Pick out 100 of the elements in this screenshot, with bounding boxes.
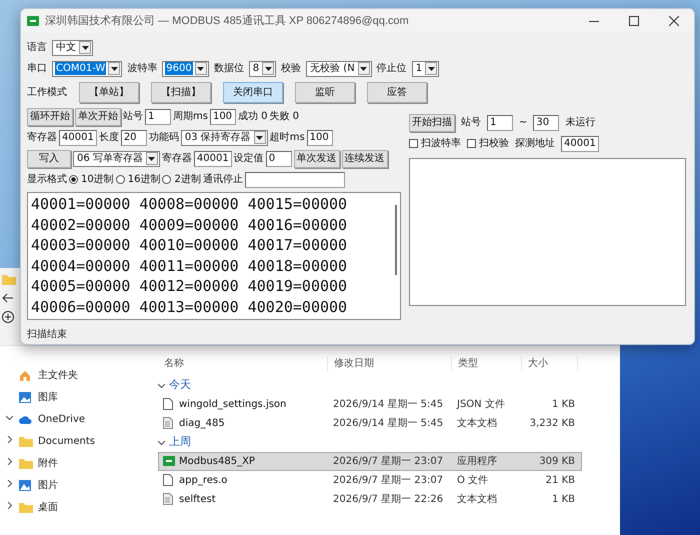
dropdown[interactable]: 无校验 (N [306, 60, 372, 76]
file-date: 2026/9/14 星期一 5:45 [332, 398, 444, 412]
nav-item[interactable]: 附件 [4, 452, 150, 474]
file-name: selftest [179, 493, 216, 507]
field-label: 设定值 [234, 152, 264, 166]
file-size: 309 KB [538, 455, 576, 469]
field-label: 寄存器 [162, 152, 192, 166]
group-header[interactable]: 上周 [158, 433, 620, 452]
dropdown-arrow-icon [82, 46, 88, 50]
dropdown-arrow-icon [264, 66, 272, 70]
checkbox[interactable]: 扫校验 [467, 136, 509, 151]
dropdown[interactable]: 03 保持寄存器 [180, 130, 268, 146]
nav-item[interactable]: 主文件夹 [4, 364, 150, 386]
back-arrow-icon [2, 293, 14, 303]
dropdown[interactable]: 9600 [162, 60, 209, 76]
dropdown[interactable]: COM01-W [52, 60, 122, 76]
file-name: Modbus485_XP [179, 455, 255, 469]
push-button[interactable]: 单次开始 [75, 108, 121, 126]
push-button[interactable]: 单次发送 [294, 150, 340, 168]
field-label: 校验 [281, 62, 302, 76]
push-button[interactable]: 关闭串口 [223, 82, 283, 103]
file-name: wingold_settings.json [179, 398, 286, 412]
file-row[interactable]: selftest 2026/9/7 星期一 22:26 文本文档 1 KB [158, 490, 582, 509]
file-size: 1 KB [551, 493, 576, 507]
file-size: 1 KB [551, 398, 576, 412]
column-header[interactable]: 修改日期 [328, 356, 452, 370]
dropdown[interactable]: 1 [412, 60, 440, 76]
file-name: app_res.o [179, 474, 228, 488]
file-type: 文本文档 [456, 416, 498, 431]
dropdown[interactable]: 中文 [52, 40, 93, 56]
column-header[interactable]: 类型 [452, 356, 522, 370]
file-row[interactable]: app_res.o 2026/9/7 星期一 23:07 O 文件 21 KB [158, 471, 582, 490]
radio-option[interactable]: 10进制 [69, 172, 114, 187]
field-label: 数据位 [214, 62, 244, 76]
pictures-icon [19, 480, 33, 490]
document-icon [163, 493, 175, 506]
column-header[interactable]: 大小 [522, 356, 578, 370]
folder-icon [19, 502, 33, 512]
push-button[interactable]: 循环开始 [27, 108, 73, 126]
home-icon [19, 370, 33, 380]
file-type: 文本文档 [456, 492, 498, 507]
input-field[interactable]: 1 [487, 114, 513, 130]
push-button[interactable]: 开始扫描 [409, 114, 455, 132]
file-date: 2026/9/7 星期一 22:26 [332, 492, 444, 507]
field-label: 功能码 [148, 130, 179, 145]
output-line: 40002=00000 40009=00000 40016=00000 [31, 214, 348, 235]
push-button[interactable]: 连续发送 [342, 150, 388, 168]
dropdown[interactable]: 8 [248, 60, 276, 76]
file-row[interactable]: Modbus485_XP 2026/9/7 星期一 23:07 应用程序 309 KB [158, 452, 582, 471]
input-field[interactable]: 40001 [561, 136, 599, 152]
file-name: diag_485 [179, 417, 225, 431]
close-icon [669, 16, 679, 26]
app-icon [27, 16, 39, 26]
file-type: JSON 文件 [456, 398, 506, 412]
dropdown[interactable]: 06 写单寄存器 [73, 150, 160, 166]
checkbox[interactable]: 扫波特率 [409, 136, 461, 151]
column-header[interactable]: 名称 [158, 356, 328, 370]
radio-option[interactable]: 16进制 [116, 172, 160, 187]
app-icon [163, 455, 175, 468]
nav-item[interactable]: 图库 [4, 386, 150, 408]
group-header[interactable]: 今天 [158, 376, 620, 395]
push-button[interactable]: 【单站】 [79, 82, 139, 103]
field-label: ~ [519, 116, 528, 130]
input-field[interactable]: 100 [210, 108, 236, 124]
file-row[interactable]: wingold_settings.json 2026/9/14 星期一 5:45 JSON 文件 1 KB [158, 395, 582, 414]
field-label: 停止位 [376, 62, 407, 76]
file-date: 2026/9/7 星期一 23:07 [332, 454, 444, 469]
push-button[interactable]: 【扫描】 [151, 82, 211, 103]
dropdown-arrow-icon [428, 66, 435, 70]
gallery-icon [19, 392, 33, 402]
status-text: 成功 0 [238, 110, 268, 124]
output-line: 40003=00000 40010=00000 40017=00000 [31, 235, 348, 256]
input-field[interactable]: 40001 [194, 150, 232, 166]
folder-icon [19, 436, 33, 446]
input-field[interactable]: 40001 [59, 130, 97, 146]
dropdown-arrow-icon [256, 136, 264, 140]
file-date: 2026/9/14 星期一 5:45 [332, 416, 444, 431]
input-field[interactable]: 100 [306, 130, 333, 146]
input-field[interactable]: 20 [120, 130, 147, 146]
nav-item[interactable]: Documents [4, 430, 150, 452]
nav-item[interactable]: OneDrive [4, 408, 150, 430]
input-field[interactable] [244, 172, 345, 188]
dropdown-arrow-icon [148, 156, 156, 160]
file-type: O 文件 [456, 474, 490, 488]
push-button[interactable]: 写入 [27, 150, 71, 168]
nav-item[interactable]: 图片 [4, 474, 150, 496]
status-text: 失败 0 [270, 110, 300, 124]
field-label: 寄存器 [27, 130, 57, 145]
nav-item[interactable]: 桌面 [4, 496, 150, 518]
push-button[interactable]: 监听 [295, 82, 355, 103]
file-row[interactable]: diag_485 2026/9/14 星期一 5:45 文本文档 3,232 KB [158, 414, 582, 433]
input-field[interactable]: 1 [145, 108, 171, 124]
field-label: 波特率 [127, 62, 158, 76]
folder-icon [2, 274, 16, 285]
file-size: 3,232 KB [528, 417, 576, 431]
push-button[interactable]: 应答 [367, 82, 427, 103]
input-field[interactable]: 30 [533, 114, 560, 130]
input-field[interactable]: 0 [266, 150, 292, 166]
cloud-icon [19, 414, 33, 424]
radio-option[interactable]: 2进制 [162, 172, 201, 187]
